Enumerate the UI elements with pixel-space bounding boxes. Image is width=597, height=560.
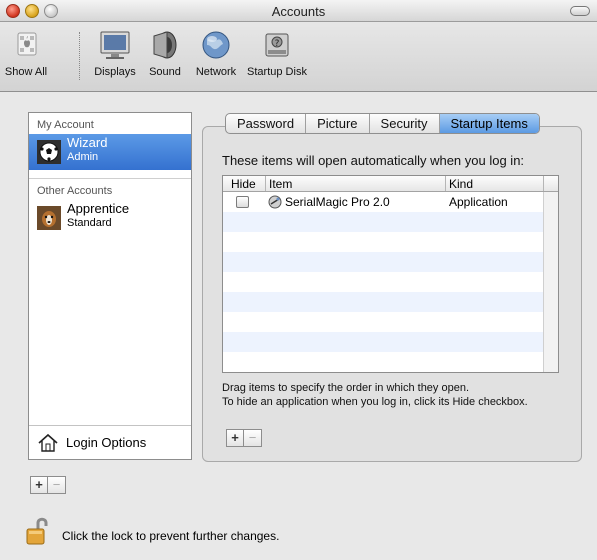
hard-disk-icon: ?: [260, 28, 294, 62]
startup-item-kind: Application: [449, 195, 508, 209]
lock-icon[interactable]: [26, 516, 48, 546]
toolbar-startup-disk[interactable]: ? Startup Disk: [246, 28, 308, 78]
tab-startup-items[interactable]: Startup Items: [438, 114, 539, 133]
column-divider: [543, 176, 544, 191]
table-header: Hide Item Kind: [223, 176, 558, 192]
remove-startup-item-button[interactable]: −: [244, 429, 262, 447]
tab-picture[interactable]: Picture: [305, 114, 368, 133]
accounts-list: My Account Wizard Admin Other Accounts A…: [28, 112, 192, 460]
add-account-button[interactable]: +: [30, 476, 48, 494]
table-row-empty: [223, 252, 558, 272]
toolbar-label: Displays: [94, 66, 136, 78]
table-row-empty: [223, 272, 558, 292]
table-row-empty: [223, 332, 558, 352]
table-row-empty: [223, 212, 558, 232]
lock-status-text: Click the lock to prevent further change…: [62, 529, 280, 543]
startup-items-table[interactable]: Hide Item Kind SerialMagic Pro 2.0 Appli…: [222, 175, 559, 373]
table-row[interactable]: SerialMagic Pro 2.0 Application: [223, 192, 558, 212]
toolbar-displays[interactable]: Displays: [90, 28, 140, 78]
dog-photo-icon: [37, 206, 61, 230]
speaker-icon: [148, 28, 182, 62]
globe-icon: [199, 28, 233, 62]
hide-checkbox[interactable]: [236, 196, 249, 208]
display-icon: [98, 28, 132, 62]
startup-hint-order: Drag items to specify the order in which…: [222, 382, 470, 394]
account-add-remove: + −: [30, 476, 66, 494]
content-area: My Account Wizard Admin Other Accounts A…: [0, 93, 597, 560]
table-row-empty: [223, 292, 558, 312]
startup-intro-text: These items will open automatically when…: [222, 153, 525, 168]
startup-add-remove: + −: [226, 429, 262, 447]
app-icon: [268, 195, 282, 209]
table-row-empty: [223, 312, 558, 332]
table-scrollbar[interactable]: [543, 192, 558, 372]
remove-account-button[interactable]: −: [48, 476, 66, 494]
add-startup-item-button[interactable]: +: [226, 429, 244, 447]
toolbar-label: Startup Disk: [247, 66, 307, 78]
title-bar: Accounts: [0, 0, 597, 22]
house-icon: [37, 433, 59, 453]
account-name: Wizard: [67, 135, 108, 150]
apple-grid-icon: [9, 28, 43, 62]
tab-security[interactable]: Security: [368, 114, 439, 133]
toolbar-sound[interactable]: Sound: [144, 28, 186, 78]
toolbar-label: Sound: [149, 66, 181, 78]
column-divider: [265, 176, 266, 191]
toolbar-separator: [79, 32, 80, 80]
column-header-item[interactable]: Item: [269, 177, 292, 191]
login-options-label: Login Options: [66, 435, 147, 450]
startup-hint-hide: To hide an application when you log in, …: [222, 396, 528, 408]
startup-item-name: SerialMagic Pro 2.0: [285, 195, 390, 209]
tab-bar: Password Picture Security Startup Items: [225, 113, 540, 134]
column-divider: [445, 176, 446, 191]
account-row-apprentice[interactable]: Apprentice Standard: [29, 200, 191, 236]
column-header-kind[interactable]: Kind: [449, 177, 473, 191]
toolbar-network[interactable]: Network: [190, 28, 242, 78]
account-role: Admin: [67, 151, 99, 163]
toolbar: Show All Displays Sound Network ? Startu…: [0, 22, 597, 92]
toolbar-toggle-button[interactable]: [570, 6, 590, 16]
soccer-ball-icon: [37, 140, 61, 164]
table-row-empty: [223, 232, 558, 252]
other-accounts-header: Other Accounts: [37, 185, 113, 197]
account-name: Apprentice: [67, 201, 130, 216]
column-header-hide[interactable]: Hide: [231, 177, 256, 191]
toolbar-show-all[interactable]: Show All: [2, 28, 50, 78]
login-options-button[interactable]: Login Options: [29, 425, 191, 459]
tab-password[interactable]: Password: [226, 114, 305, 133]
table-row-empty: [223, 352, 558, 372]
toolbar-label: Show All: [4, 66, 48, 78]
svg-text:?: ?: [275, 39, 280, 49]
window-title: Accounts: [271, 4, 326, 19]
account-row-wizard[interactable]: Wizard Admin: [29, 134, 191, 170]
my-account-header: My Account: [37, 119, 94, 131]
toolbar-label: Network: [195, 66, 237, 78]
account-role: Standard: [67, 217, 112, 229]
